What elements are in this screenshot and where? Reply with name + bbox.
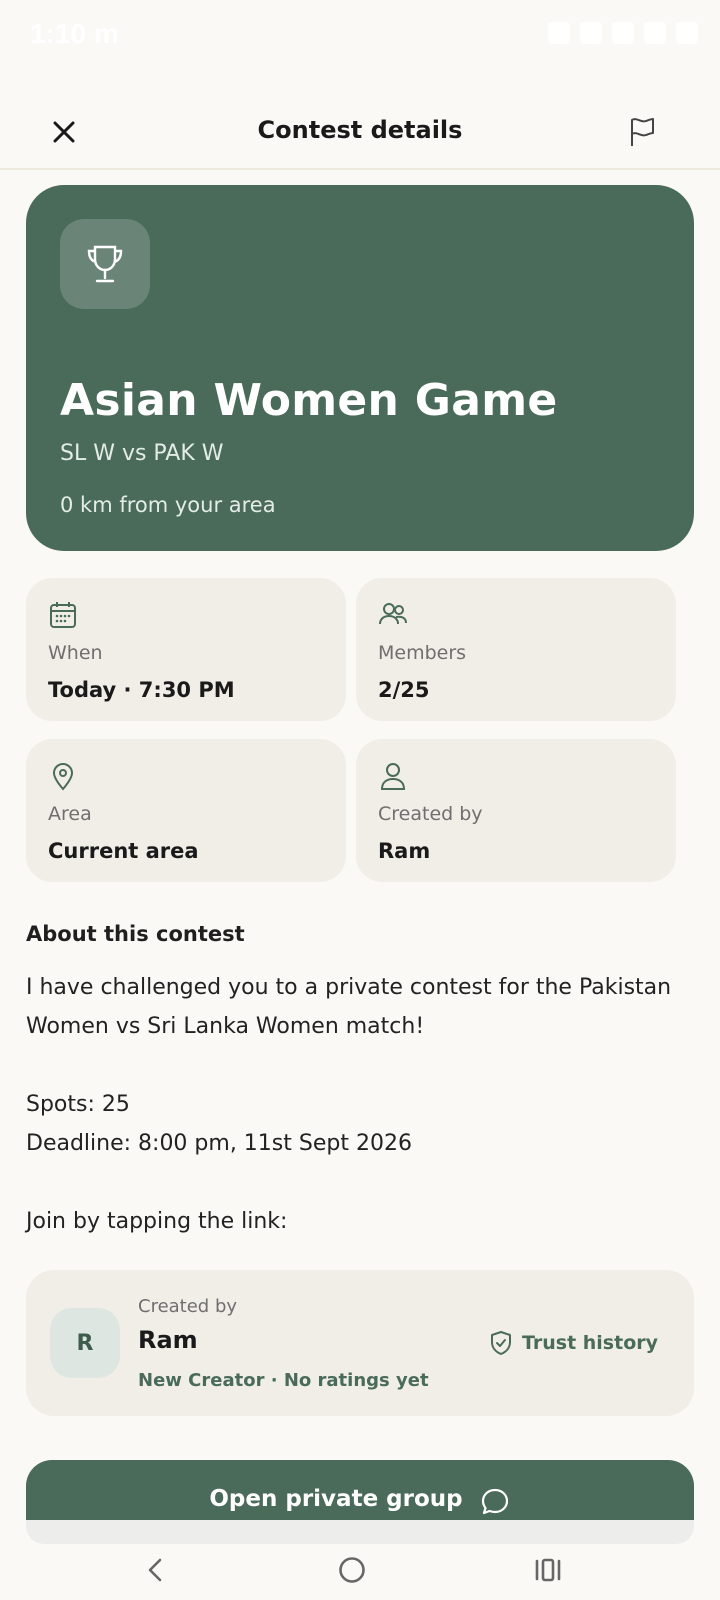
members-label: Members [378,642,467,664]
members-value: 2/25 [378,678,430,702]
page-title: Contest details [257,116,463,144]
chat-icon [481,1488,508,1515]
members-card[interactable]: Members 2/25 [356,578,676,721]
trust-history-label: Trust history [521,1332,658,1354]
report-flag-button[interactable] [624,114,660,150]
location-pin-icon [52,763,74,791]
creator-name: Ram [138,1326,198,1354]
created-by-value: Ram [378,839,431,863]
created-by-card[interactable]: Created by Ram [356,739,676,882]
trust-history-button[interactable]: Trust history [488,1330,658,1356]
status-time: 1:10 m [30,18,119,49]
signal-icon [644,22,666,44]
nav-back-button[interactable] [134,1548,178,1592]
shield-check-icon [490,1331,511,1355]
system-nav-bar [0,1520,720,1600]
battery-icon [676,22,698,44]
contest-title: Asian Women Game [60,375,558,426]
about-body: I have challenged you to a private conte… [26,975,672,1234]
nav-recents-button[interactable] [526,1548,570,1592]
contest-hero-card: Asian Women Game SL W vs PAK W 0 km from… [26,185,694,551]
user-icon [380,763,406,790]
distance-text: 0 km from your area [60,493,276,517]
creator-label: Created by [138,1296,238,1317]
when-value: Today · 7:30 PM [48,678,235,702]
when-card[interactable]: When Today · 7:30 PM [26,578,346,721]
flag-icon [631,118,654,146]
created-by-label: Created by [378,803,483,825]
area-value: Current area [48,839,199,863]
calendar-icon [50,602,76,628]
members-icon [379,603,407,625]
area-card[interactable]: Area Current area [26,739,346,882]
about-heading: About this contest [26,922,245,946]
back-icon [148,1558,162,1582]
status-bar: 1:10 m [0,0,720,72]
mute-icon [580,22,602,44]
match-name: SL W vs PAK W [60,441,224,466]
bottom-sheet-edge [26,1520,694,1544]
recents-icon [535,1558,561,1582]
wifi-icon [612,22,634,44]
area-label: Area [48,803,92,825]
creator-meta: New Creator · No ratings yet [138,1370,429,1391]
trophy-badge [60,219,150,309]
home-icon [339,1557,365,1583]
nav-home-button[interactable] [330,1548,374,1592]
trophy-icon [87,245,123,283]
status-icons [548,22,698,44]
avatar: R [50,1308,120,1378]
creator-card[interactable]: R Created by Ram New Creator · No rating… [26,1270,694,1416]
app-header: Contest details [0,96,720,170]
when-label: When [48,642,103,664]
alarm-icon [548,22,570,44]
